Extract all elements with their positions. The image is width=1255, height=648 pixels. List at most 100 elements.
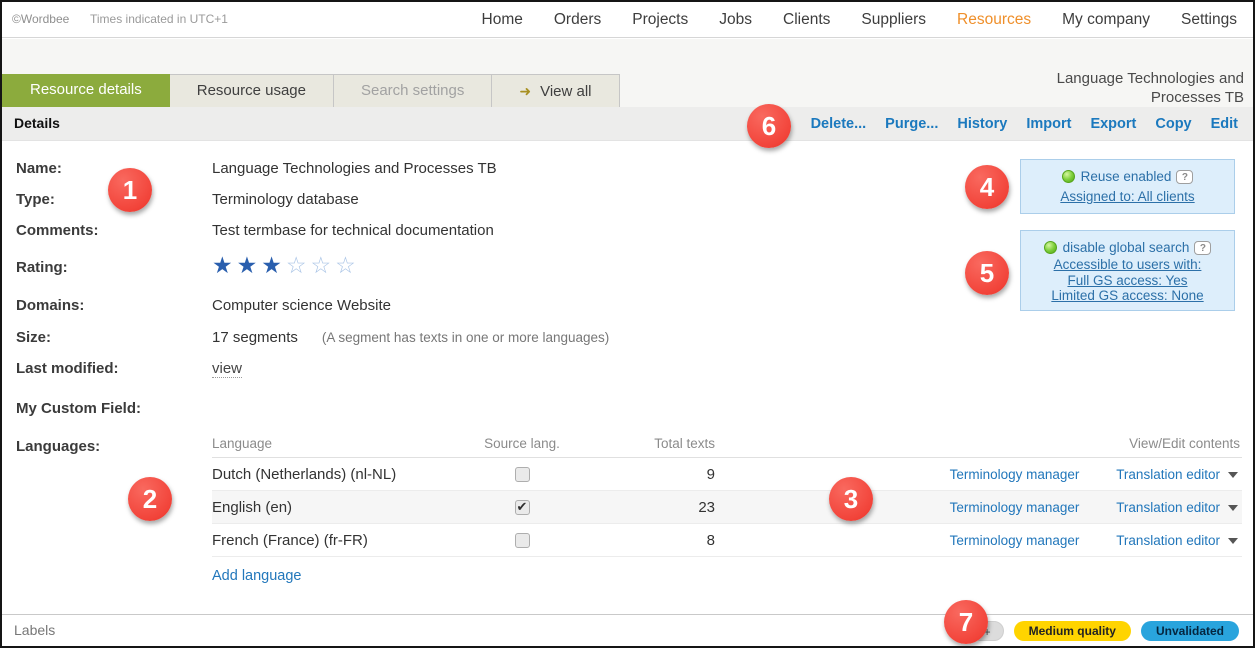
details-actions: Delete... Purge... History Import Export… (811, 107, 1238, 140)
rating-label: Rating: (16, 259, 68, 276)
annotation-badge-3: 3 (829, 477, 873, 521)
top-bar: ©Wordbee Times indicated in UTC+1 Home O… (2, 2, 1253, 38)
resource-title-line1: Language Technologies and (1057, 69, 1244, 88)
labels-bar-title: Labels (14, 615, 55, 646)
nav-my-company[interactable]: My company (1062, 11, 1150, 29)
col-language: Language (212, 436, 477, 451)
terminology-manager-link[interactable]: Terminology manager (950, 533, 1080, 548)
custom-field-label: My Custom Field: (16, 400, 141, 417)
help-icon[interactable]: ? (1176, 170, 1193, 184)
table-row-dutch: Dutch (Netherlands) (nl-NL) 9 Terminolog… (212, 458, 1242, 491)
tab-resource-details[interactable]: Resource details (2, 74, 170, 107)
size-value: 17 segments (A segment has texts in one o… (212, 329, 609, 346)
domains-value: Computer science Website (212, 297, 391, 314)
green-status-icon (1062, 170, 1075, 183)
reuse-box: Reuse enabled? Assigned to: All clients (1020, 159, 1235, 214)
nav-orders[interactable]: Orders (554, 11, 601, 29)
wordbee-resource-details-page: ©Wordbee Times indicated in UTC+1 Home O… (0, 0, 1255, 648)
annotation-badge-4: 4 (965, 165, 1009, 209)
col-view-edit-contents: View/Edit contents (932, 436, 1242, 451)
comments-label: Comments: (16, 222, 99, 239)
name-label: Name: (16, 160, 62, 177)
label-badges: + Medium quality Unvalidated (971, 615, 1239, 647)
nav-jobs[interactable]: Jobs (719, 11, 752, 29)
tab-view-all-label: View all (540, 83, 591, 100)
assigned-to-link[interactable]: Assigned to: All clients (1021, 189, 1234, 205)
purge-link[interactable]: Purge... (885, 116, 938, 132)
export-link[interactable]: Export (1090, 116, 1136, 132)
nav-resources[interactable]: Resources (957, 11, 1031, 29)
language-name: French (France) (fr-FR) (212, 532, 477, 549)
full-gs-access-link[interactable]: Full GS access: Yes (1021, 273, 1234, 289)
edit-link[interactable]: Edit (1211, 116, 1238, 132)
copy-link[interactable]: Copy (1155, 116, 1191, 132)
main-nav: Home Orders Projects Jobs Clients Suppli… (482, 2, 1237, 38)
chevron-down-icon[interactable] (1228, 505, 1238, 511)
nav-clients[interactable]: Clients (783, 11, 830, 29)
history-link[interactable]: History (957, 116, 1007, 132)
resource-title-line2: Processes TB (1057, 88, 1244, 107)
add-language-link[interactable]: Add language (212, 568, 302, 584)
help-icon[interactable]: ? (1194, 241, 1211, 255)
accessible-users-link[interactable]: Accessible to users with: (1021, 257, 1234, 273)
total-texts-value: 8 (567, 532, 717, 549)
details-bar: Details Delete... Purge... History Impor… (2, 107, 1253, 141)
table-row-french: French (France) (fr-FR) 8 Terminology ma… (212, 524, 1242, 557)
resource-title: Language Technologies and Processes TB (1057, 69, 1244, 107)
green-status-icon (1044, 241, 1057, 254)
tab-resource-usage[interactable]: Resource usage (170, 74, 334, 107)
translation-editor-link[interactable]: Translation editor (1116, 533, 1238, 548)
total-texts-value: 23 (567, 499, 717, 516)
terminology-manager-link[interactable]: Terminology manager (950, 467, 1080, 482)
details-bar-title: Details (14, 107, 60, 140)
timezone-note: Times indicated in UTC+1 (90, 12, 228, 26)
source-lang-checkbox[interactable] (515, 467, 530, 482)
sub-header: Resource details Resource usage Search s… (2, 39, 1253, 107)
annotation-badge-5: 5 (965, 251, 1009, 295)
terminology-manager-link[interactable]: Terminology manager (950, 500, 1080, 515)
tab-search-settings[interactable]: Search settings (334, 74, 492, 107)
annotation-badge-2: 2 (128, 477, 172, 521)
size-label: Size: (16, 329, 51, 346)
wordbee-copyright: ©Wordbee (12, 12, 69, 26)
rating-stars-filled: ★★★ (212, 252, 286, 278)
delete-link[interactable]: Delete... (811, 116, 867, 132)
rating-stars[interactable]: ★★★☆☆☆ (212, 252, 360, 279)
language-name: Dutch (Netherlands) (nl-NL) (212, 466, 477, 483)
languages-table-header: Language Source lang. Total texts View/E… (212, 430, 1242, 458)
limited-gs-access-link[interactable]: Limited GS access: None (1021, 288, 1234, 304)
size-count: 17 segments (212, 329, 298, 346)
col-source-lang: Source lang. (477, 436, 567, 451)
nav-projects[interactable]: Projects (632, 11, 688, 29)
translation-editor-link[interactable]: Translation editor (1116, 467, 1238, 482)
nav-suppliers[interactable]: Suppliers (861, 11, 926, 29)
chevron-down-icon[interactable] (1228, 472, 1238, 478)
labels-bar: Labels + Medium quality Unvalidated (2, 614, 1253, 647)
name-value: Language Technologies and Processes TB (212, 160, 497, 177)
label-medium-quality[interactable]: Medium quality (1014, 621, 1131, 641)
languages-table: Language Source lang. Total texts View/E… (212, 430, 1242, 557)
reuse-status-text: Reuse enabled (1081, 169, 1172, 184)
rating-stars-empty: ☆☆☆ (286, 252, 360, 278)
table-row-english: English (en) 23 Terminology manager Tran… (212, 491, 1242, 524)
nav-settings[interactable]: Settings (1181, 11, 1237, 29)
arrow-right-icon: ➜ (519, 83, 531, 99)
global-search-box: disable global search? Accessible to use… (1020, 230, 1235, 311)
label-unvalidated[interactable]: Unvalidated (1141, 621, 1239, 641)
source-lang-checkbox[interactable] (515, 500, 530, 515)
type-value: Terminology database (212, 191, 359, 208)
translation-editor-link[interactable]: Translation editor (1116, 500, 1238, 515)
tab-view-all[interactable]: ➜ View all (492, 74, 619, 107)
annotation-badge-1: 1 (108, 168, 152, 212)
tab-bar: Resource details Resource usage Search s… (2, 74, 620, 107)
view-link[interactable]: view (212, 360, 242, 378)
total-texts-value: 9 (567, 466, 717, 483)
source-lang-checkbox[interactable] (515, 533, 530, 548)
annotation-badge-7: 7 (944, 600, 988, 644)
chevron-down-icon[interactable] (1228, 538, 1238, 544)
global-search-status: disable global search? (1021, 239, 1234, 257)
annotation-badge-6: 6 (747, 104, 791, 148)
size-note: (A segment has texts in one or more lang… (322, 330, 609, 345)
import-link[interactable]: Import (1026, 116, 1071, 132)
nav-home[interactable]: Home (482, 11, 523, 29)
